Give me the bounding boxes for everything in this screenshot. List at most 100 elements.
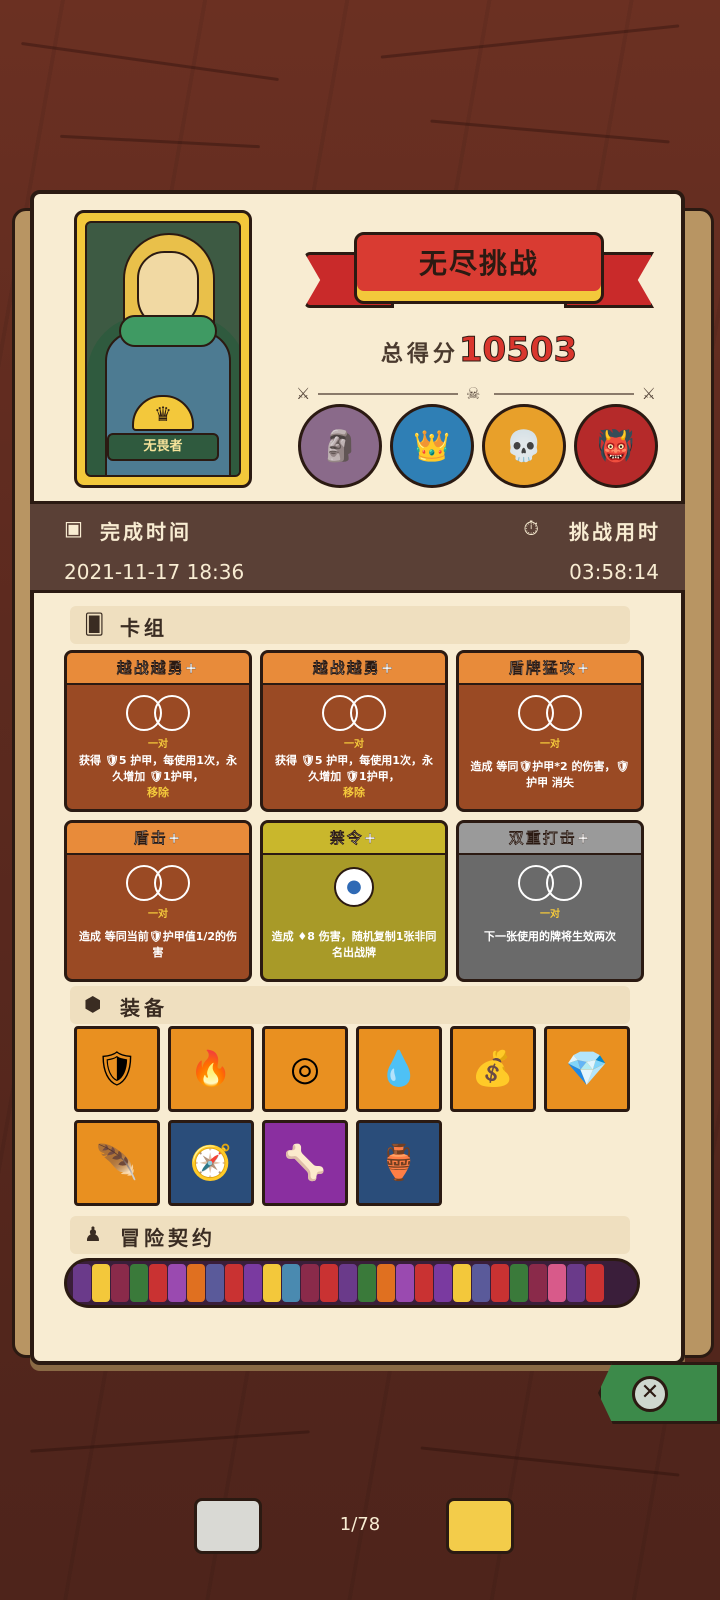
equipment-section-title: 装备 — [120, 996, 168, 1020]
card-subtext: 移除 — [343, 786, 365, 799]
previous-page-button[interactable] — [194, 1498, 262, 1554]
skull-icon: ☠ — [466, 384, 481, 403]
contract-icon — [434, 1264, 452, 1302]
card-rarity: 一对 — [540, 909, 560, 920]
score-row: 总得分10503 — [304, 330, 654, 371]
next-page-button[interactable] — [446, 1498, 514, 1554]
equipment-slot[interactable]: 🪶 — [74, 1120, 160, 1206]
contract-icon — [472, 1264, 490, 1302]
contracts-section-header: ♟ 冒险契约 — [70, 1216, 630, 1254]
card-description: 下一张使用的牌将生效两次 — [484, 930, 616, 943]
equipment-slot[interactable]: 🦴 — [262, 1120, 348, 1206]
blue-slime-icon: 💧 — [377, 1049, 421, 1089]
card-description: 造成 等同当前🛡护甲值1/2的伤害 — [78, 930, 238, 959]
result-panel: ♛ 无畏者 无尽挑战 总得分10503 ⚔ ☠ ⚔ 🗿 👑 💀 👹 ▣ 完成时间… — [30, 190, 685, 1365]
rings-icon — [126, 865, 190, 901]
contract-icon — [320, 1264, 338, 1302]
card-title: 越战越勇+ — [67, 653, 249, 685]
card-title: 盾击+ — [67, 823, 249, 855]
fire-feather-icon: 🪶 — [95, 1143, 139, 1183]
card-description: 获得 🛡5 护甲，每使用1次，永久增加 🛡1护甲， — [275, 754, 433, 783]
card[interactable]: 越战越勇+ 一对 获得 🛡5 护甲，每使用1次，永久增加 🛡1护甲， 移除 — [64, 650, 252, 812]
contract-icon — [225, 1264, 243, 1302]
contracts-strip[interactable] — [64, 1258, 640, 1308]
pot-icon: 🏺 — [377, 1143, 421, 1183]
equipment-slot[interactable]: 💧 — [356, 1026, 442, 1112]
contract-icon — [491, 1264, 509, 1302]
card[interactable]: 越战越勇+ 一对 获得 🛡5 护甲，每使用1次，永久增加 🛡1护甲， 移除 — [260, 650, 448, 812]
hero-portrait-card[interactable]: ♛ 无畏者 — [74, 210, 252, 488]
page-indicator: 1/78 — [339, 1514, 381, 1535]
boss-portrait-red-demon[interactable]: 👹 — [574, 404, 658, 488]
equipment-slot[interactable]: 🛡 — [74, 1026, 160, 1112]
card[interactable]: 盾击+ 一对 造成 等同当前🛡护甲值1/2的伤害 — [64, 820, 252, 982]
shield-icon: 🛡 — [95, 1049, 139, 1089]
title-banner: 无尽挑战 — [304, 224, 654, 320]
contract-icon — [396, 1264, 414, 1302]
rings-icon — [126, 695, 190, 731]
card-title: 禁令+ — [263, 823, 445, 855]
crossed-swords-icon: ⚔ — [641, 384, 656, 403]
contract-icon — [377, 1264, 395, 1302]
cards-icon: 🂠 — [84, 612, 105, 636]
equipment-section-header: ⬢ 装备 — [70, 986, 630, 1024]
card-description: 造成 ♦8 伤害，随机复制1张非同名出战牌 — [271, 930, 437, 959]
equipment-slot[interactable]: 💎 — [544, 1026, 630, 1112]
deck-section-title: 卡组 — [120, 616, 168, 640]
contract-icon — [548, 1264, 566, 1302]
golem-icon: 🗿 — [321, 428, 359, 464]
crystal-shield-icon: 💎 — [565, 1049, 609, 1089]
contract-icon — [168, 1264, 186, 1302]
round-buckler-icon: ◎ — [290, 1049, 320, 1089]
card[interactable]: 双重打击+ 一对 下一张使用的牌将生效两次 — [456, 820, 644, 982]
card-title: 盾牌猛攻+ — [459, 653, 641, 685]
claws-icon: 🦴 — [283, 1143, 327, 1183]
contract-icon — [510, 1264, 528, 1302]
boss-divider: ⚔ ☠ ⚔ — [296, 384, 656, 404]
card-rarity: 一对 — [148, 739, 168, 750]
rings-icon — [518, 695, 582, 731]
completion-time-label: 完成时间 — [100, 520, 192, 544]
cube-icon: ⬢ — [84, 992, 102, 1016]
close-icon[interactable]: ✕ — [632, 1376, 668, 1412]
defeated-bosses: 🗿 👑 💀 👹 — [298, 404, 658, 488]
contract-icon — [149, 1264, 167, 1302]
deck-grid: 越战越勇+ 一对 获得 🛡5 护甲，每使用1次，永久增加 🛡1护甲， 移除 越战越… — [64, 650, 648, 982]
card-rarity: 一对 — [540, 739, 560, 750]
rings-icon — [322, 695, 386, 731]
crossed-swords-icon: ⚔ — [296, 384, 311, 403]
contract-icon — [92, 1264, 110, 1302]
boss-portrait-blue-king[interactable]: 👑 — [390, 404, 474, 488]
card[interactable]: 禁令+ ● 造成 ♦8 伤害，随机复制1张非同名出战牌 — [260, 820, 448, 982]
contract-icon — [263, 1264, 281, 1302]
card-description: 造成 等同🛡护甲*2 的伤害，🛡护甲 消失 — [470, 760, 630, 789]
contract-icon — [339, 1264, 357, 1302]
boss-portrait-skull-mask[interactable]: 💀 — [482, 404, 566, 488]
contract-icon — [567, 1264, 585, 1302]
card-subtext: 移除 — [147, 786, 169, 799]
rings-icon — [518, 865, 582, 901]
boss-portrait-stone-golem[interactable]: 🗿 — [298, 404, 382, 488]
card[interactable]: 盾牌猛攻+ 一对 造成 等同🛡护甲*2 的伤害，🛡护甲 消失 — [456, 650, 644, 812]
equipment-slot[interactable]: 🔥 — [168, 1026, 254, 1112]
compass-armor-icon: 🧭 — [189, 1143, 233, 1183]
card-rarity: 一对 — [344, 739, 364, 750]
completion-time-value: 2021-11-17 18:36 — [64, 560, 245, 584]
card-title: 双重打击+ — [459, 823, 641, 855]
card-description: 获得 🛡5 护甲，每使用1次，永久增加 🛡1护甲， — [79, 754, 237, 783]
contract-icon — [415, 1264, 433, 1302]
equipment-slot[interactable]: 💰 — [450, 1026, 536, 1112]
contract-icon — [206, 1264, 224, 1302]
contract-icon — [358, 1264, 376, 1302]
mode-title: 无尽挑战 — [418, 247, 539, 280]
contract-icon — [244, 1264, 262, 1302]
person-icon: ♟ — [84, 1222, 102, 1246]
equipment-slot[interactable]: ◎ — [262, 1026, 348, 1112]
flaming-helm-icon: 🔥 — [189, 1049, 233, 1089]
equipment-slot[interactable]: 🧭 — [168, 1120, 254, 1206]
equipment-grid: 🛡 🔥 ◎ 💧 💰 💎 🪶 🧭 🦴 🏺 — [74, 1026, 644, 1206]
hero-name: 无畏者 — [107, 433, 219, 461]
equipment-slot[interactable]: 🏺 — [356, 1120, 442, 1206]
contract-icon — [529, 1264, 547, 1302]
contract-icon — [130, 1264, 148, 1302]
